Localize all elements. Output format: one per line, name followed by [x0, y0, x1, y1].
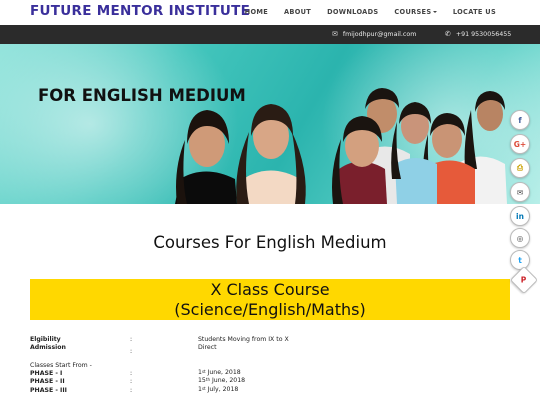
- brand-logo[interactable]: FUTURE MENTOR INSTITUTE: [30, 3, 250, 19]
- admission-label: Admission: [30, 344, 66, 351]
- phone-icon: ✆: [445, 30, 451, 38]
- phone-text: +91 9530056455: [455, 31, 512, 38]
- linkedin-icon[interactable]: in: [510, 206, 530, 226]
- course-banner: X Class Course (Science/English/Maths): [30, 279, 510, 320]
- nav-home[interactable]: HOME: [237, 8, 276, 16]
- top-navbar: FUTURE MENTOR INSTITUTE HOME ABOUT DOWNL…: [0, 0, 540, 25]
- colon: :: [130, 336, 133, 343]
- colon: :: [130, 378, 133, 385]
- instagram-icon[interactable]: ◎: [510, 228, 530, 248]
- course-title: X Class Course: [210, 280, 330, 299]
- contact-email[interactable]: ✉ fmijodhpur@gmail.com: [332, 30, 416, 38]
- google-plus-icon[interactable]: G+: [510, 134, 530, 154]
- main-menu: HOME ABOUT DOWNLOADS COURSES LOCATE US: [237, 8, 504, 16]
- nav-about[interactable]: ABOUT: [276, 8, 319, 16]
- pinterest-icon[interactable]: P: [509, 265, 539, 295]
- email-icon[interactable]: ✉: [510, 182, 530, 202]
- print-icon[interactable]: ⎙: [510, 158, 530, 178]
- student-figure: [236, 104, 306, 204]
- facebook-icon[interactable]: f: [510, 110, 530, 130]
- nav-courses-dropdown[interactable]: COURSES: [386, 8, 444, 16]
- nav-downloads[interactable]: DOWNLOADS: [319, 8, 386, 16]
- phase-1-label: PHASE - I: [30, 370, 63, 377]
- nav-courses-label: COURSES: [394, 8, 432, 16]
- classes-start-text: Classes Start From -: [30, 362, 92, 369]
- email-text: fmijodhpur@gmail.com: [342, 31, 417, 38]
- phase-1-date: 1st June, 2018: [198, 369, 241, 376]
- colon: :: [130, 370, 133, 377]
- phase-2-label: PHASE - II: [30, 378, 65, 385]
- phase-2-date: 15th June, 2018: [198, 377, 246, 384]
- banner-title: FOR ENGLISH MEDIUM: [38, 86, 246, 105]
- colon: :: [130, 387, 133, 394]
- students-photo: [175, 88, 507, 204]
- course-subjects: (Science/English/Maths): [174, 300, 366, 319]
- contact-phone[interactable]: ✆ +91 9530056455: [445, 30, 511, 38]
- eligibility-value: Students Moving from IX to X: [198, 336, 289, 343]
- eligibility-label: Elgibility: [30, 336, 61, 343]
- colon: :: [130, 348, 133, 355]
- contact-bar: ✉ fmijodhpur@gmail.com ✆ +91 9530056455: [0, 25, 540, 44]
- twitter-icon[interactable]: t: [510, 250, 530, 270]
- envelope-icon: ✉: [332, 30, 338, 38]
- nav-locate-us[interactable]: LOCATE US: [445, 8, 504, 16]
- phase-3-date: 1st July, 2018: [198, 386, 239, 393]
- student-figure: [175, 110, 237, 204]
- section-title: Courses For English Medium: [153, 233, 387, 252]
- hero-banner: FOR ENGLISH MEDIUM: [0, 44, 540, 204]
- caret-down-icon: [432, 11, 437, 13]
- phase-3-label: PHASE - III: [30, 387, 67, 394]
- admission-value: Direct: [198, 344, 217, 351]
